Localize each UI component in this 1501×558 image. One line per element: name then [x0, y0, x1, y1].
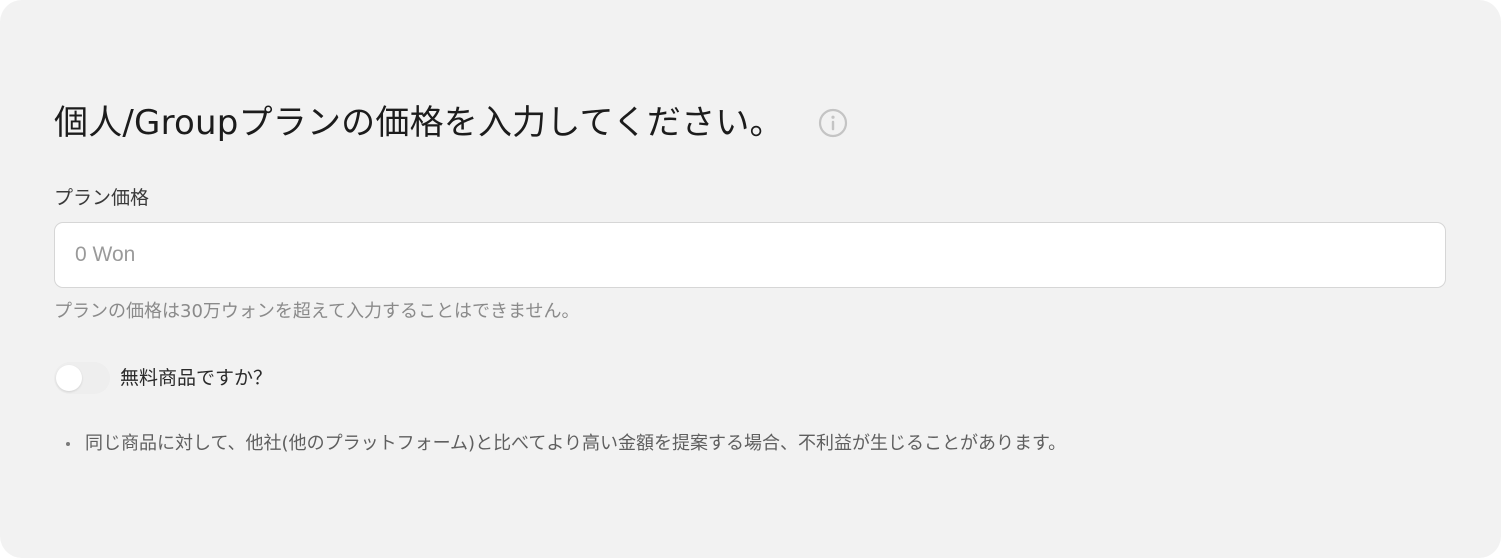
free-product-toggle-row: 無料商品ですか？ [54, 362, 272, 394]
title-row: 個人/Groupプランの価格を入力してください。 [54, 98, 848, 148]
info-circle-icon[interactable] [818, 108, 848, 138]
bullet-icon [66, 442, 70, 446]
plan-price-input[interactable] [54, 222, 1446, 288]
free-product-toggle[interactable] [54, 362, 110, 394]
plan-price-card: 個人/Groupプランの価格を入力してください。 プラン価格 プランの価格は30… [0, 0, 1501, 558]
free-product-label: 無料商品ですか？ [120, 367, 273, 389]
plan-price-label: プラン価格 [54, 187, 150, 209]
note-text: 同じ商品に対して、他社(他のプラットフォーム)と比べてより高い金額を提案する場合… [85, 433, 1067, 454]
page-title: 個人/Groupプランの価格を入力してください。 [54, 103, 784, 143]
toggle-knob [56, 365, 82, 391]
note-item: 同じ商品に対して、他社(他のプラットフォーム)と比べてより高い金額を提案する場合… [66, 430, 1066, 458]
plan-price-hint: プランの価格は30万ウォンを超えて入力することはできません。 [54, 301, 580, 322]
